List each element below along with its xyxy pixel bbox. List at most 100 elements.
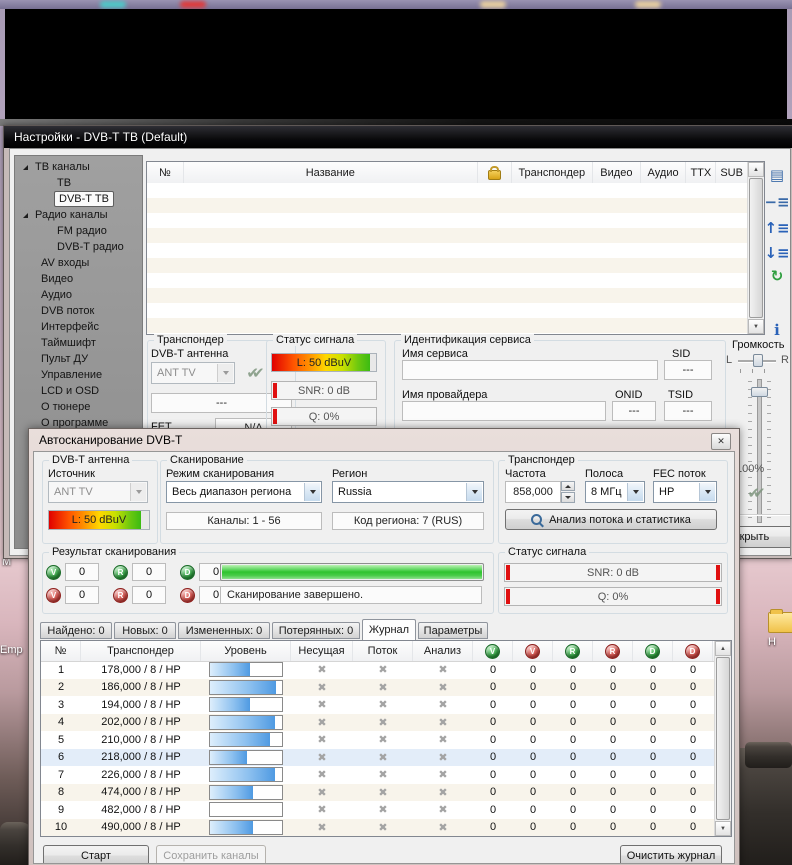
volume-thumb[interactable] [751, 387, 768, 397]
journal-cell-num: 10 [41, 821, 81, 833]
channel-col-видео[interactable]: Видео [593, 162, 641, 183]
journal-col-№[interactable]: № [41, 641, 81, 661]
journal-row[interactable]: 4202,000 / 8 / HP✖✖✖000000 [41, 714, 715, 732]
remove-channel-icon[interactable]: −≡ [767, 192, 787, 212]
journal-col-несущая[interactable]: Несущая [291, 641, 353, 661]
journal-col-badge-d-fail[interactable]: D [673, 641, 713, 661]
journal-col-badge-r-ok[interactable]: R [553, 641, 593, 661]
journal-col-транспондер[interactable]: Транспондер [81, 641, 201, 661]
scroll-down-arrow[interactable]: ▼ [748, 319, 764, 334]
channel-col-sub[interactable]: SUB [716, 162, 748, 183]
spin-up-icon[interactable] [561, 481, 575, 491]
journal-row[interactable]: 5210,000 / 8 / HP✖✖✖000000 [41, 731, 715, 749]
save-channels-button[interactable]: Сохранить каналы [156, 845, 266, 864]
antenna-check-icon[interactable]: ✔✔ [242, 363, 262, 383]
channel-table-body[interactable] [147, 183, 748, 334]
journal-col-badge-d-ok[interactable]: D [633, 641, 673, 661]
journal-row[interactable]: 9482,000 / 8 / HP✖✖✖000000 [41, 801, 715, 819]
scroll-up-arrow[interactable]: ▲ [715, 641, 731, 656]
bandwidth-select[interactable]: 8 МГц [585, 481, 645, 503]
journal-row[interactable]: 3194,000 / 8 / HP✖✖✖000000 [41, 696, 715, 714]
sidebar-item-видео[interactable]: Видео [15, 271, 142, 287]
scroll-down-arrow[interactable]: ▼ [715, 821, 731, 836]
journal-col-badge-v-ok[interactable]: V [473, 641, 513, 661]
fec-select[interactable]: HP [653, 481, 717, 503]
sidebar-item-аудио[interactable]: Аудио [15, 287, 142, 303]
journal-col-анализ[interactable]: Анализ [413, 641, 473, 661]
channel-col-lock[interactable] [478, 162, 512, 183]
channel-table-scrollbar[interactable]: ▲ ▼ [747, 162, 764, 334]
folder-icon[interactable] [768, 612, 792, 633]
group-title: Транспондер [505, 454, 578, 466]
sidebar-item-тв-каналы[interactable]: ТВ каналы [15, 159, 142, 175]
journal-row[interactable]: 2186,000 / 8 / HP✖✖✖000000 [41, 679, 715, 697]
dialog-close-button[interactable]: ✕ [711, 433, 731, 450]
journal-row[interactable]: 7226,000 / 8 / HP✖✖✖000000 [41, 766, 715, 784]
journal-cell-count: 0 [473, 769, 513, 781]
desktop-icon-label[interactable]: Emp [0, 644, 23, 656]
journal-row[interactable]: 8474,000 / 8 / HP✖✖✖000000 [41, 784, 715, 802]
sidebar-item-av-входы[interactable]: AV входы [15, 255, 142, 271]
frequency-spinner[interactable] [561, 481, 575, 503]
channel-col-аудио[interactable]: Аудио [641, 162, 687, 183]
clear-journal-button[interactable]: Очистить журнал [620, 845, 722, 864]
tab-журнал[interactable]: Журнал [362, 619, 416, 640]
balance-thumb[interactable] [753, 354, 763, 367]
sidebar-item-dvb-поток[interactable]: DVB поток [15, 303, 142, 319]
tab-найдено-0[interactable]: Найдено: 0 [40, 622, 112, 639]
journal-row[interactable]: 10490,000 / 8 / HP✖✖✖000000 [41, 819, 715, 837]
channel-col-название[interactable]: Название [184, 162, 478, 183]
journal-row[interactable]: 1178,000 / 8 / HP✖✖✖000000 [41, 661, 715, 679]
settings-titlebar[interactable]: Настройки - DVB-T ТВ (Default) [4, 126, 792, 148]
antenna-source-select[interactable]: ANT TV [151, 362, 235, 384]
start-button[interactable]: Старт [43, 845, 149, 864]
analyze-button[interactable]: Анализ потока и статистика [505, 509, 717, 530]
journal-table-body[interactable]: 1178,000 / 8 / HP✖✖✖0000002186,000 / 8 /… [41, 661, 715, 836]
sidebar-item-о-тюнере[interactable]: О тюнере [15, 399, 142, 415]
sidebar-item-пульт-ду[interactable]: Пульт ДУ [15, 351, 142, 367]
journal-col-поток[interactable]: Поток [353, 641, 413, 661]
scroll-up-arrow[interactable]: ▲ [748, 162, 764, 177]
frequency-input[interactable]: 858,000 [505, 481, 561, 503]
tab-новых-0[interactable]: Новых: 0 [114, 622, 176, 639]
channel-info-icon[interactable]: ℹ [767, 320, 787, 340]
channel-col-транспондер[interactable]: Транспондер [512, 162, 593, 183]
desktop-icon-label[interactable]: H [768, 636, 776, 648]
dlg-source-select[interactable]: ANT TV [48, 481, 148, 503]
move-up-icon[interactable]: ↑≡ [767, 218, 787, 238]
spin-down-icon[interactable] [561, 492, 575, 503]
tree-expander-icon[interactable] [23, 165, 28, 170]
journal-col-badge-v-fail[interactable]: V [513, 641, 553, 661]
channel-col-ttx[interactable]: TTX [686, 162, 716, 183]
channels-range-field: Каналы: 1 - 56 [166, 512, 322, 530]
sidebar-item-таймшифт[interactable]: Таймшифт [15, 335, 142, 351]
journal-row[interactable]: 6218,000 / 8 / HP✖✖✖000000 [41, 749, 715, 767]
move-down-icon[interactable]: ↓≡ [767, 243, 787, 263]
tab-параметры[interactable]: Параметры [418, 622, 488, 639]
sidebar-item-dvb-t-тв[interactable]: DVB-T ТВ [15, 191, 142, 207]
autoscan-titlebar[interactable]: Автосканирование DVB-T [29, 429, 739, 451]
sidebar-item-интерфейс[interactable]: Интерфейс [15, 319, 142, 335]
channel-table-header[interactable]: №Название ТранспондерВидеоАудиоTTXSUB [147, 162, 748, 184]
channel-col-№[interactable]: № [147, 162, 184, 183]
sidebar-item-dvb-t-радио[interactable]: DVB-T радио [15, 239, 142, 255]
journal-table-header[interactable]: №ТранспондерУровеньНесущаяПотокАнализVVR… [41, 641, 715, 662]
channel-list-icon[interactable]: ▤ [767, 165, 787, 185]
scroll-thumb[interactable] [749, 178, 763, 318]
sidebar-item-fm-радио[interactable]: FM радио [15, 223, 142, 239]
scan-mode-select[interactable]: Весь диапазон региона [166, 481, 322, 503]
tree-expander-icon[interactable] [23, 213, 28, 218]
journal-col-badge-r-fail[interactable]: R [593, 641, 633, 661]
tab-потерянных-0[interactable]: Потерянных: 0 [272, 622, 360, 639]
journal-col-уровень[interactable]: Уровень [201, 641, 291, 661]
scroll-thumb[interactable] [716, 657, 730, 820]
sidebar-item-радио-каналы[interactable]: Радио каналы [15, 207, 142, 223]
tab-измененных-0[interactable]: Измененных: 0 [178, 622, 270, 639]
volume-check-icon[interactable]: ✔✔ [743, 483, 763, 503]
sidebar-item-управление[interactable]: Управление [15, 367, 142, 383]
region-select[interactable]: Russia [332, 481, 484, 503]
sidebar-item-lcd-и-osd[interactable]: LCD и OSD [15, 383, 142, 399]
sidebar-item-тв[interactable]: ТВ [15, 175, 142, 191]
refresh-channels-icon[interactable]: ↻ [767, 266, 787, 286]
journal-scrollbar[interactable]: ▲ ▼ [714, 641, 731, 836]
